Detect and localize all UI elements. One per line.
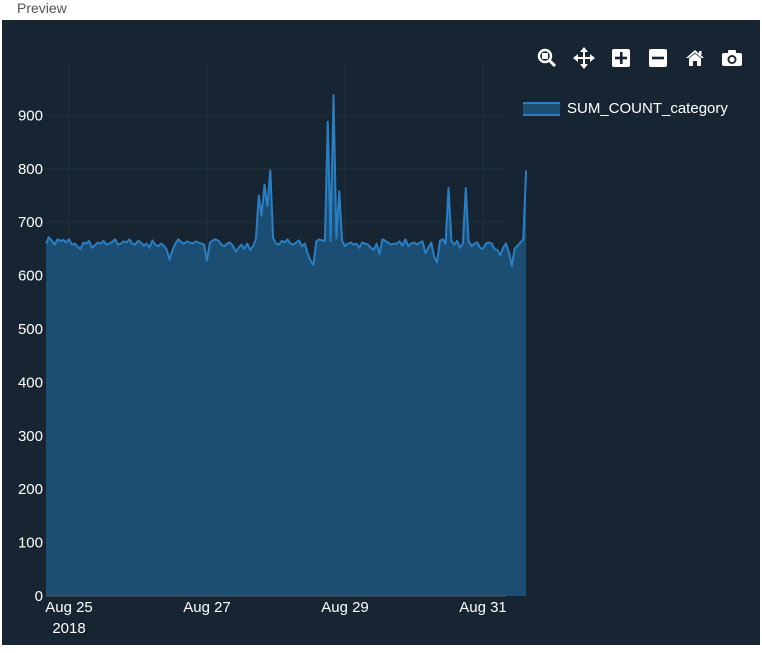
y-tick-label: 100 — [18, 535, 43, 552]
modebar — [528, 42, 750, 74]
legend-swatch — [523, 101, 560, 116]
zoom-in-icon — [611, 49, 630, 67]
legend[interactable]: SUM_COUNT_category — [523, 100, 728, 117]
y-tick-label: 300 — [18, 428, 43, 445]
y-tick-label: 700 — [18, 214, 43, 231]
y-tick-label: 200 — [18, 481, 43, 498]
zoom-out-icon — [648, 49, 667, 67]
x-tick-label: Aug 31 — [459, 599, 507, 616]
window-title: Preview — [17, 0, 67, 16]
pan-button[interactable] — [565, 42, 602, 74]
x-tick-label: Aug 29 — [321, 599, 369, 616]
y-tick-label: 900 — [18, 107, 43, 124]
legend-label: SUM_COUNT_category — [567, 100, 728, 117]
camera-icon — [721, 50, 742, 66]
home-icon — [685, 50, 704, 66]
x-tick-label: Aug 25 — [45, 599, 93, 616]
pan-icon — [572, 47, 595, 69]
x-tick-label: Aug 27 — [183, 599, 231, 616]
download-button[interactable] — [713, 42, 750, 74]
zoom-out-button[interactable] — [639, 42, 676, 74]
y-tick-label: 0 — [35, 588, 43, 605]
y-tick-label: 500 — [18, 321, 43, 338]
plot-area[interactable]: 0 100 200 300 400 500 600 700 800 900 Aug 25 2018 Au… — [2, 20, 760, 645]
zoom-button[interactable] — [528, 42, 565, 74]
zoom-in-button[interactable] — [602, 42, 639, 74]
zoom-icon — [537, 48, 556, 68]
y-tick-label: 400 — [18, 374, 43, 391]
y-tick-label: 800 — [18, 161, 43, 178]
x-tick-sublabel: 2018 — [52, 620, 85, 637]
y-tick-label: 600 — [18, 268, 43, 285]
home-button[interactable] — [676, 42, 713, 74]
